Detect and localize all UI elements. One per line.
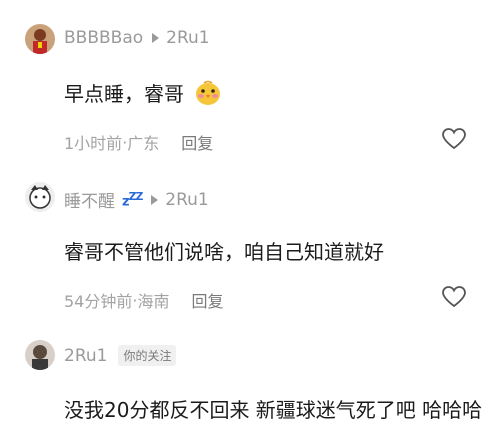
comment-time: 54分钟前 xyxy=(64,292,133,311)
right-edge xyxy=(494,0,500,440)
comment-text: 早点睡，睿哥 xyxy=(64,82,184,106)
comment-time: 1小时前 xyxy=(64,134,123,153)
like-heart-icon[interactable] xyxy=(441,284,467,310)
comment-header: 睡不醒 zZZ 2Ru1 xyxy=(64,187,209,213)
comment-text: 没我20分都反不回来 新疆球迷气死了吧 哈哈哈 xyxy=(64,398,483,422)
reply-button[interactable]: 回复 xyxy=(181,130,213,154)
avatar[interactable] xyxy=(25,24,55,54)
comment-header: 2Ru1 你的关注 xyxy=(64,345,177,366)
following-badge: 你的关注 xyxy=(118,345,177,366)
username[interactable]: BBBBBao xyxy=(64,28,143,48)
comment-text-row: 早点睡，睿哥 xyxy=(64,78,222,111)
comment-location: 海南 xyxy=(137,292,170,311)
comment-text: 睿哥不管他们说啥，咱自己知道就好 xyxy=(64,240,384,264)
avatar[interactable] xyxy=(25,182,55,212)
comment-meta: 1小时前 · 广东 回复 xyxy=(64,130,213,154)
reply-button[interactable]: 回复 xyxy=(191,288,223,312)
reply-arrow-icon xyxy=(152,33,160,43)
username[interactable]: 2Ru1 xyxy=(64,346,107,366)
comment-text-row: 睿哥不管他们说啥，咱自己知道就好 xyxy=(64,236,384,265)
comment-location: 广东 xyxy=(127,134,160,153)
comment-meta: 54分钟前 · 海南 回复 xyxy=(64,288,224,312)
blushing-chick-emoji-icon xyxy=(194,80,222,111)
username[interactable]: 睡不醒 xyxy=(64,187,115,212)
avatar[interactable] xyxy=(25,340,55,370)
comment-header: BBBBBao 2Ru1 xyxy=(64,28,210,48)
reply-to-username[interactable]: 2Ru1 xyxy=(165,190,208,210)
zzz-icon: zZZ xyxy=(122,189,143,210)
reply-arrow-icon xyxy=(151,194,159,205)
like-heart-icon[interactable] xyxy=(441,126,467,152)
comment-text-row: 没我20分都反不回来 新疆球迷气死了吧 哈哈哈 xyxy=(64,394,482,423)
reply-to-username[interactable]: 2Ru1 xyxy=(166,28,209,48)
